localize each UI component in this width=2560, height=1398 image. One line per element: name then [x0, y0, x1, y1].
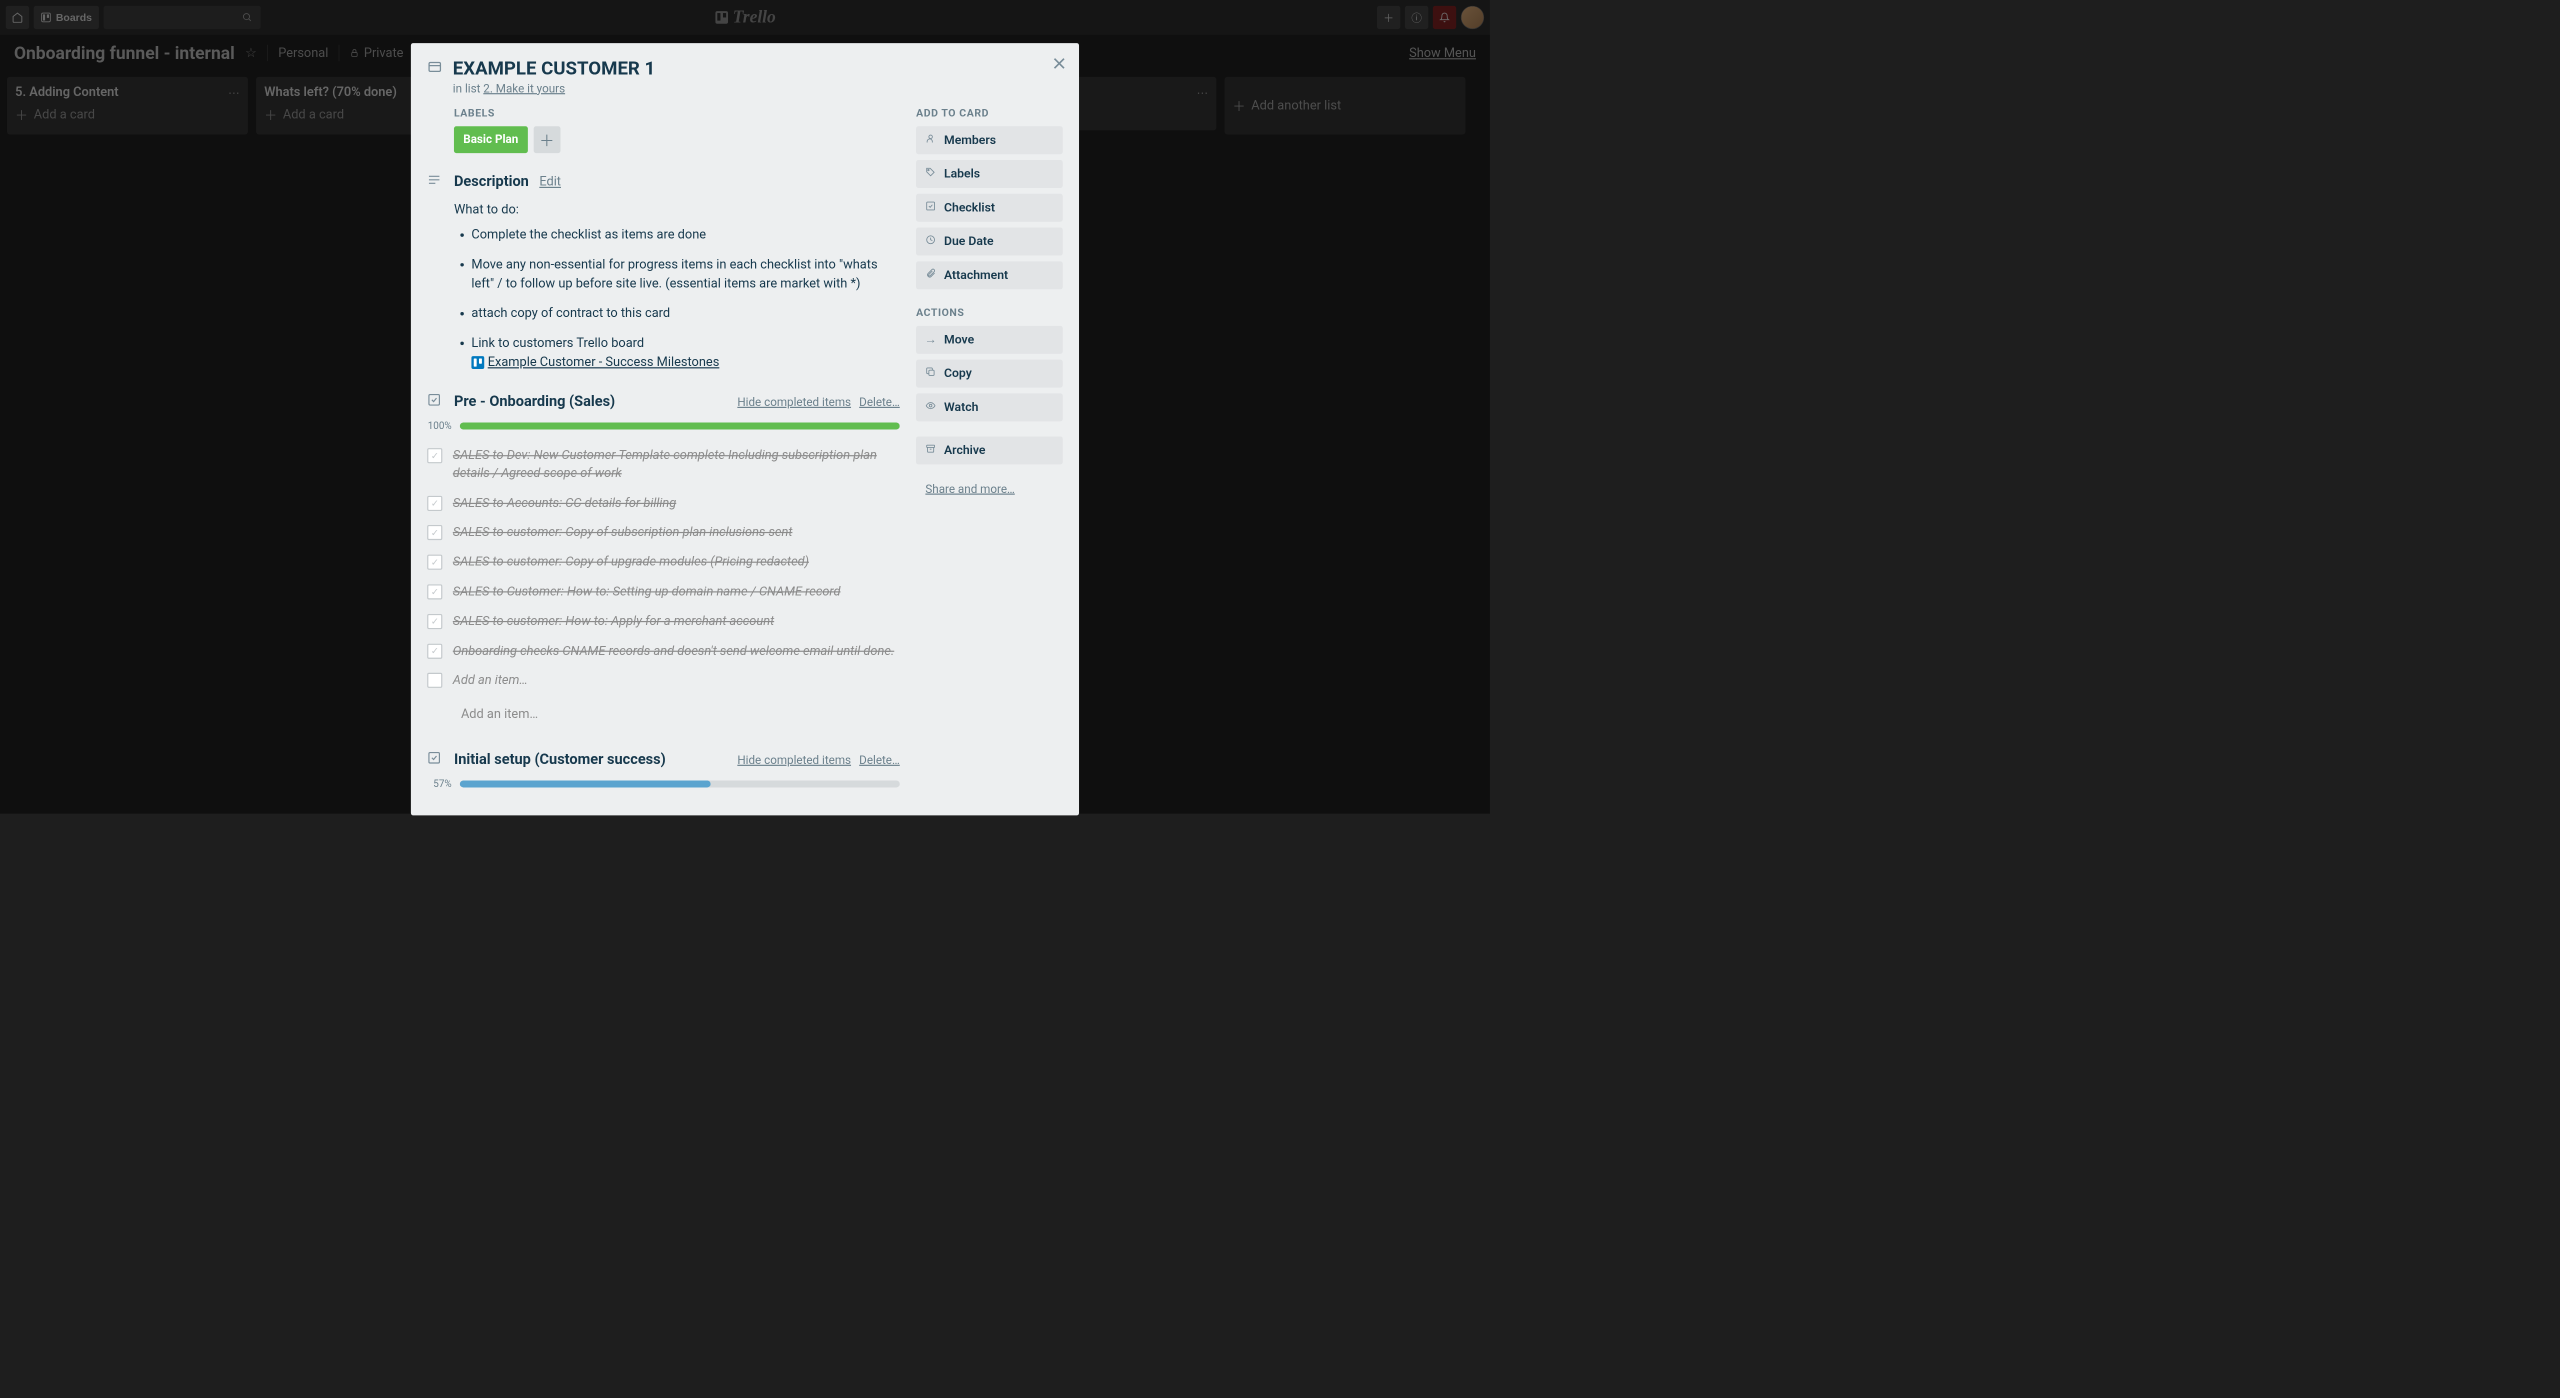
label-icon [924, 167, 937, 181]
share-link[interactable]: Share and more… [916, 482, 1063, 496]
checkbox[interactable]: ✓ [427, 448, 442, 463]
archive-icon [924, 443, 937, 457]
desc-bullet: Link to customers Trello board Example C… [471, 333, 899, 371]
checklist-progress: 100% [427, 420, 900, 432]
desc-bullet: Move any non-essential for progress item… [471, 255, 899, 293]
move-button[interactable]: →Move [916, 326, 1063, 354]
checkbox[interactable]: ✓ [427, 584, 442, 599]
checkbox[interactable]: ✓ [427, 496, 442, 511]
modal-overlay[interactable]: EXAMPLE CUSTOMER 1 in list 2. Make it yo… [0, 0, 1490, 814]
delete-checklist-link[interactable]: Delete… [859, 753, 900, 767]
members-button[interactable]: Members [916, 126, 1063, 154]
checklist-item[interactable]: ✓SALES to Dev: New Customer Template com… [427, 441, 900, 488]
linked-board-link[interactable]: Example Customer - Success Milestones [488, 355, 720, 370]
checklist-icon [924, 201, 937, 215]
description-heading: Description [454, 173, 529, 190]
add-label-button[interactable]: ＋ [533, 126, 560, 153]
checkbox[interactable]: ✓ [427, 614, 442, 629]
close-icon [1051, 55, 1067, 71]
attachment-icon [924, 268, 937, 282]
attachment-button[interactable]: Attachment [916, 261, 1063, 289]
add-checklist-item-input[interactable]: Add an item… [454, 707, 900, 722]
edit-description-link[interactable]: Edit [539, 175, 561, 190]
checklist-item[interactable]: ✓SALES to Customer: How to: Setting up d… [427, 577, 900, 607]
checklist-item[interactable]: Add an item… [427, 666, 900, 696]
progress-percent: 57% [427, 778, 451, 790]
checkbox[interactable] [427, 673, 442, 688]
clock-icon [924, 235, 937, 249]
checkbox[interactable]: ✓ [427, 555, 442, 570]
checklist-icon [427, 393, 443, 411]
due-date-button[interactable]: Due Date [916, 228, 1063, 256]
description-body[interactable]: What to do: Complete the checklist as it… [454, 200, 900, 372]
desc-bullet: Complete the checklist as items are done [471, 225, 899, 244]
checklist-icon [427, 751, 443, 769]
watch-button[interactable]: Watch [916, 393, 1063, 421]
card-title[interactable]: EXAMPLE CUSTOMER 1 [453, 57, 655, 79]
labels-heading: LABELS [454, 107, 900, 119]
archive-button[interactable]: Archive [916, 437, 1063, 465]
arrow-right-icon: → [924, 333, 937, 347]
card-icon [427, 57, 442, 95]
copy-icon [924, 367, 937, 381]
card-detail-modal: EXAMPLE CUSTOMER 1 in list 2. Make it yo… [411, 43, 1079, 815]
checklist-title[interactable]: Initial setup (Customer success) [454, 751, 666, 768]
members-icon [924, 133, 937, 147]
checklist-item[interactable]: ✓SALES to Accounts: CC details for billi… [427, 489, 900, 519]
checklist-button[interactable]: Checklist [916, 194, 1063, 222]
close-button[interactable] [1051, 54, 1067, 77]
checklist-title[interactable]: Pre - Onboarding (Sales) [454, 393, 615, 410]
labels-button[interactable]: Labels [916, 160, 1063, 188]
checklist-item[interactable]: ✓SALES to customer: Copy of upgrade modu… [427, 548, 900, 578]
copy-button[interactable]: Copy [916, 360, 1063, 388]
description-icon [427, 173, 443, 191]
hide-completed-link[interactable]: Hide completed items [737, 395, 851, 409]
checkbox[interactable]: ✓ [427, 525, 442, 540]
progress-percent: 100% [427, 420, 451, 432]
plus-icon: ＋ [539, 129, 554, 151]
in-list-label: in list 2. Make it yours [453, 81, 655, 95]
checklist-item[interactable]: ✓SALES to customer: How to: Apply for a … [427, 607, 900, 637]
add-to-card-heading: ADD TO CARD [916, 107, 1063, 119]
checklist-progress: 57% [427, 778, 900, 790]
actions-heading: ACTIONS [916, 307, 1063, 319]
in-list-link[interactable]: 2. Make it yours [483, 81, 565, 95]
progress-fill [460, 781, 711, 788]
progress-fill [460, 423, 900, 430]
trello-board-icon [471, 356, 484, 369]
checklist-item[interactable]: ✓SALES to customer: Copy of subscription… [427, 518, 900, 548]
label-chip[interactable]: Basic Plan [454, 126, 528, 153]
hide-completed-link[interactable]: Hide completed items [737, 753, 851, 767]
delete-checklist-link[interactable]: Delete… [859, 395, 900, 409]
checkbox[interactable]: ✓ [427, 643, 442, 658]
eye-icon [924, 400, 937, 414]
desc-bullet: attach copy of contract to this card [471, 304, 899, 323]
checklist-item[interactable]: ✓Onboarding checks CNAME records and doe… [427, 636, 900, 666]
